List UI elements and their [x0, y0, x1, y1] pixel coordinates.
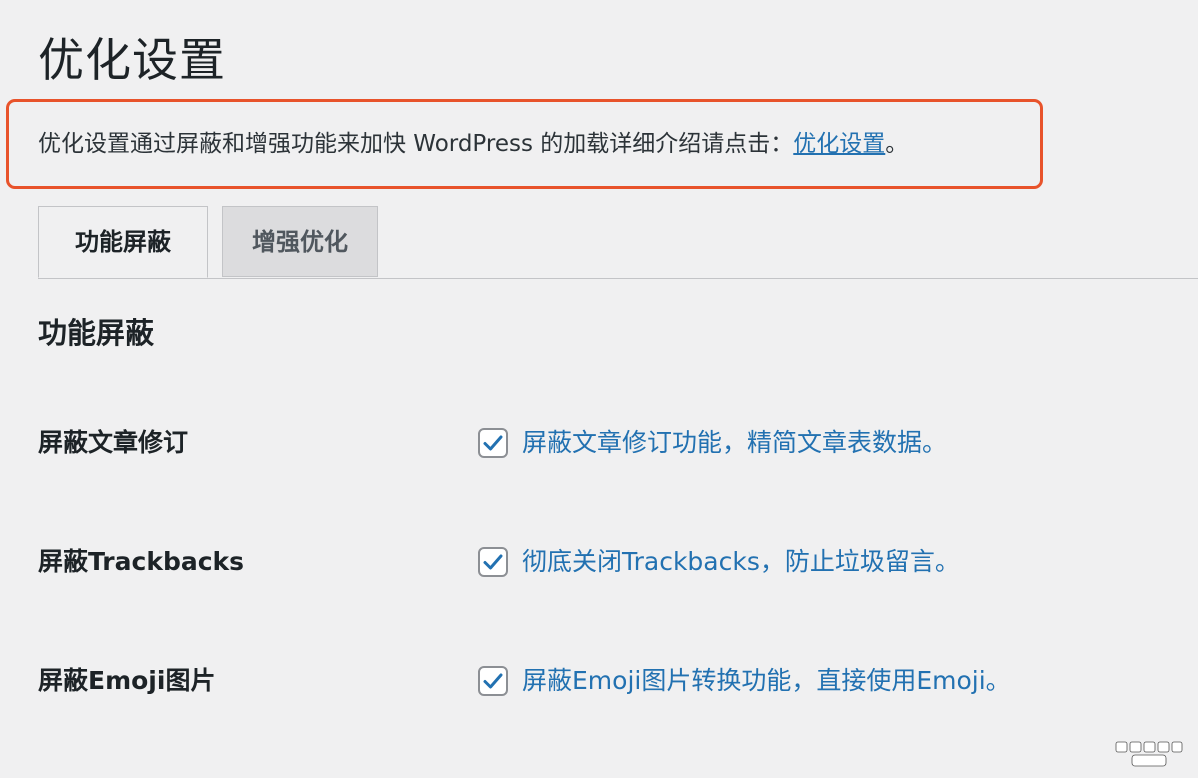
checkmark-icon	[483, 435, 503, 451]
tab-feature-blocking[interactable]: 功能屏蔽	[38, 206, 208, 278]
setting-label: 屏蔽Emoji图片	[38, 666, 216, 695]
section-title: 功能屏蔽	[38, 316, 155, 350]
checkmark-icon	[483, 554, 503, 570]
setting-row-emoji: 屏蔽Emoji图片 屏蔽Emoji图片转换功能，直接使用Emoji。	[0, 656, 1198, 706]
setting-description[interactable]: 彻底关闭Trackbacks，防止垃圾留言。	[522, 537, 960, 587]
disable-trackbacks-checkbox[interactable]	[478, 547, 508, 577]
disable-revisions-checkbox[interactable]	[478, 428, 508, 458]
blog-logo-icon	[1115, 741, 1183, 767]
setting-description[interactable]: 屏蔽文章修订功能，精简文章表数据。	[522, 418, 947, 468]
checkmark-icon	[483, 673, 503, 689]
intro-text: 优化设置通过屏蔽和增强功能来加快 WordPress 的加载详细介绍请点击：优化…	[38, 126, 908, 162]
setting-description[interactable]: 屏蔽Emoji图片转换功能，直接使用Emoji。	[522, 656, 1011, 706]
optimization-settings-link[interactable]: 优化设置	[793, 131, 885, 157]
tab-bar: 功能屏蔽 增强优化	[38, 206, 1198, 279]
setting-label: 屏蔽Trackbacks	[38, 547, 245, 576]
intro-description: 优化设置通过屏蔽和增强功能来加快 WordPress 的加载详细介绍请点击：	[38, 131, 794, 157]
intro-suffix: 。	[885, 131, 909, 157]
setting-label: 屏蔽文章修订	[38, 428, 189, 457]
page-title: 优化设置	[38, 33, 226, 87]
disable-emoji-checkbox[interactable]	[478, 666, 508, 696]
setting-row-trackbacks: 屏蔽Trackbacks 彻底关闭Trackbacks，防止垃圾留言。	[0, 537, 1198, 587]
tab-enhanced-optimization[interactable]: 增强优化	[222, 206, 378, 277]
setting-row-post-revisions: 屏蔽文章修订 屏蔽文章修订功能，精简文章表数据。	[0, 418, 1198, 468]
